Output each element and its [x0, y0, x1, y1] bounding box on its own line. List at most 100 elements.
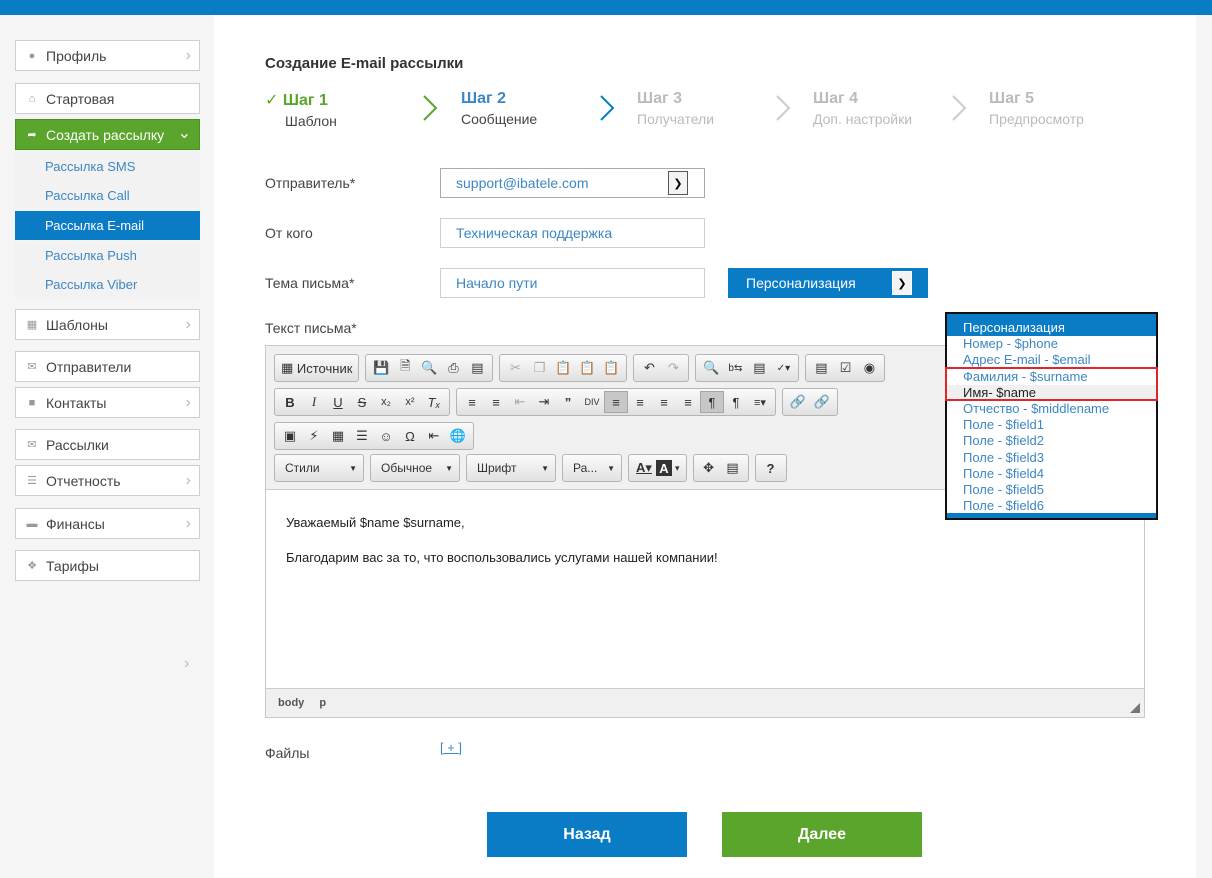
dropdown-option-field5[interactable]: Поле - $field5 [947, 482, 1156, 498]
sidebar-item-finance[interactable]: ▬ Финансы › [15, 508, 200, 539]
maximize-icon[interactable]: ✥ [697, 457, 721, 479]
redo-icon[interactable]: ↷ [661, 357, 685, 379]
text-color-icon[interactable]: A▾ [632, 457, 656, 479]
sidebar-subitem-push[interactable]: Рассылка Push [15, 241, 200, 270]
strikethrough-icon[interactable]: S [350, 391, 374, 413]
add-file-link[interactable]: [ + ] [440, 740, 462, 755]
text-direction-ltr-icon[interactable]: ¶ [700, 391, 724, 413]
text-direction-rtl-icon[interactable]: ¶ [724, 391, 748, 413]
dropdown-option-header[interactable]: Персонализация [947, 320, 1156, 337]
iframe-icon[interactable]: 🌐 [446, 425, 470, 447]
chevron-down-icon[interactable]: ❯ [892, 271, 912, 295]
select-all-icon[interactable]: ▤ [747, 357, 771, 379]
sidebar-item-senders[interactable]: ✉ Отправители [15, 351, 200, 382]
dropdown-option-field4[interactable]: Поле - $field4 [947, 466, 1156, 482]
next-button[interactable]: Далее [722, 812, 922, 857]
checkbox-icon[interactable]: ☑ [833, 357, 857, 379]
superscript-icon[interactable]: x² [398, 391, 422, 413]
align-left-icon[interactable]: ≡ [604, 391, 628, 413]
cut-icon[interactable]: ✂ [503, 357, 527, 379]
dropdown-option-field1[interactable]: Поле - $field1 [947, 417, 1156, 433]
path-p[interactable]: p [319, 697, 326, 709]
form-icon[interactable]: ▤ [809, 357, 833, 379]
dropdown-option-field2[interactable]: Поле - $field2 [947, 433, 1156, 449]
paste-icon[interactable]: 📋 [551, 357, 575, 379]
new-page-icon[interactable]: 🗎 [393, 357, 417, 379]
sidebar-subitem-email[interactable]: Рассылка E-mail [15, 211, 200, 240]
page-break-icon[interactable]: ⇤ [422, 425, 446, 447]
numbered-list-icon[interactable]: ≡ [460, 391, 484, 413]
remove-format-icon[interactable]: Tₓ [422, 391, 446, 413]
italic-icon[interactable]: I [302, 391, 326, 413]
align-justify-icon[interactable]: ≡ [676, 391, 700, 413]
find-icon[interactable]: 🔍 [699, 357, 723, 379]
help-icon[interactable]: ? [759, 457, 783, 479]
subitem-label: Рассылка SMS [45, 159, 136, 174]
image-icon[interactable]: ▣ [278, 425, 302, 447]
dropdown-option-middlename[interactable]: Отчество - $middlename [947, 401, 1156, 417]
sidebar-item-home[interactable]: ⌂ Стартовая [15, 83, 200, 114]
table-icon[interactable]: ▦ [326, 425, 350, 447]
size-select[interactable]: Ра... ▼ [562, 454, 622, 482]
bold-icon[interactable]: B [278, 391, 302, 413]
bg-color-icon[interactable]: A [656, 460, 672, 476]
blockquote-icon[interactable]: ” [556, 391, 580, 413]
paste-text-icon[interactable]: 📋 [575, 357, 599, 379]
bulleted-list-icon[interactable]: ≡ [484, 391, 508, 413]
align-center-icon[interactable]: ≡ [628, 391, 652, 413]
horizontal-line-icon[interactable]: ☰ [350, 425, 374, 447]
copy-icon[interactable]: ❐ [527, 357, 551, 379]
show-blocks-icon[interactable]: ▤ [721, 457, 745, 479]
path-body[interactable]: body [278, 697, 304, 709]
toolbar-group: ✂ ❐ 📋 📋 📋 [499, 354, 628, 382]
sidebar-item-reports[interactable]: ☰ Отчетность › [15, 465, 200, 496]
dropdown-option-field3[interactable]: Поле - $field3 [947, 450, 1156, 466]
step-chevron-icon [776, 95, 791, 121]
font-select[interactable]: Шрифт ▼ [466, 454, 556, 482]
from-input[interactable]: Техническая поддержка [440, 218, 705, 248]
sidebar-subitem-call[interactable]: Рассылка Call [15, 181, 200, 210]
special-char-icon[interactable]: Ω [398, 425, 422, 447]
sidebar-item-profile[interactable]: ● Профиль › [15, 40, 200, 71]
link-icon[interactable]: 🔗 [786, 391, 810, 413]
sidebar-item-tariffs[interactable]: ❖ Тарифы [15, 550, 200, 581]
language-icon[interactable]: ≡▾ [748, 391, 772, 413]
sender-select[interactable]: support@ibatele.com ❯ [440, 168, 705, 198]
sidebar-item-create-mailing[interactable]: ➦ Создать рассылку ⌄ [15, 119, 200, 150]
unlink-icon[interactable]: 🔗 [810, 391, 834, 413]
underline-icon[interactable]: U [326, 391, 350, 413]
paste-word-icon[interactable]: 📋 [599, 357, 623, 379]
styles-select[interactable]: Стили ▼ [274, 454, 364, 482]
smiley-icon[interactable]: ☺ [374, 425, 398, 447]
templates-icon[interactable]: ▤ [465, 357, 489, 379]
personalization-select[interactable]: Персонализация ❯ [728, 268, 928, 298]
source-button[interactable]: ▦ Источник [278, 357, 355, 379]
sidebar-item-mailings[interactable]: ✉ Рассылки [15, 429, 200, 460]
div-container-icon[interactable]: DIV [580, 391, 604, 413]
subscript-icon[interactable]: x₂ [374, 391, 398, 413]
dropdown-option-field6[interactable]: Поле - $field6 [947, 498, 1156, 514]
sidebar-item-templates[interactable]: ▦ Шаблоны › [15, 309, 200, 340]
flash-icon[interactable]: ⚡ [302, 425, 326, 447]
print-icon[interactable]: ⎙ [441, 357, 465, 379]
preview-icon[interactable]: 🔍 [417, 357, 441, 379]
sidebar-item-label: Создать рассылку [46, 126, 165, 143]
undo-icon[interactable]: ↶ [637, 357, 661, 379]
chevron-down-icon[interactable]: ❯ [668, 171, 688, 195]
replace-icon[interactable]: b⇆ [723, 357, 747, 379]
outdent-icon[interactable]: ⇤ [508, 391, 532, 413]
resize-handle[interactable] [1130, 703, 1140, 713]
sidebar-subitem-viber[interactable]: Рассылка Viber [15, 270, 200, 299]
align-right-icon[interactable]: ≡ [652, 391, 676, 413]
back-button[interactable]: Назад [487, 812, 687, 857]
radio-icon[interactable]: ◉ [857, 357, 881, 379]
step-description: Доп. настройки [813, 111, 913, 127]
sidebar-subitem-sms[interactable]: Рассылка SMS [15, 152, 200, 181]
spellcheck-icon[interactable]: ✓▾ [771, 357, 795, 379]
subject-input[interactable]: Начало пути [440, 268, 705, 298]
sidebar-item-contacts[interactable]: ■ Контакты › [15, 387, 200, 418]
format-select[interactable]: Обычное ▼ [370, 454, 460, 482]
dropdown-option-phone[interactable]: Номер - $phone [947, 336, 1156, 352]
indent-icon[interactable]: ⇥ [532, 391, 556, 413]
save-icon[interactable]: 💾 [369, 357, 393, 379]
